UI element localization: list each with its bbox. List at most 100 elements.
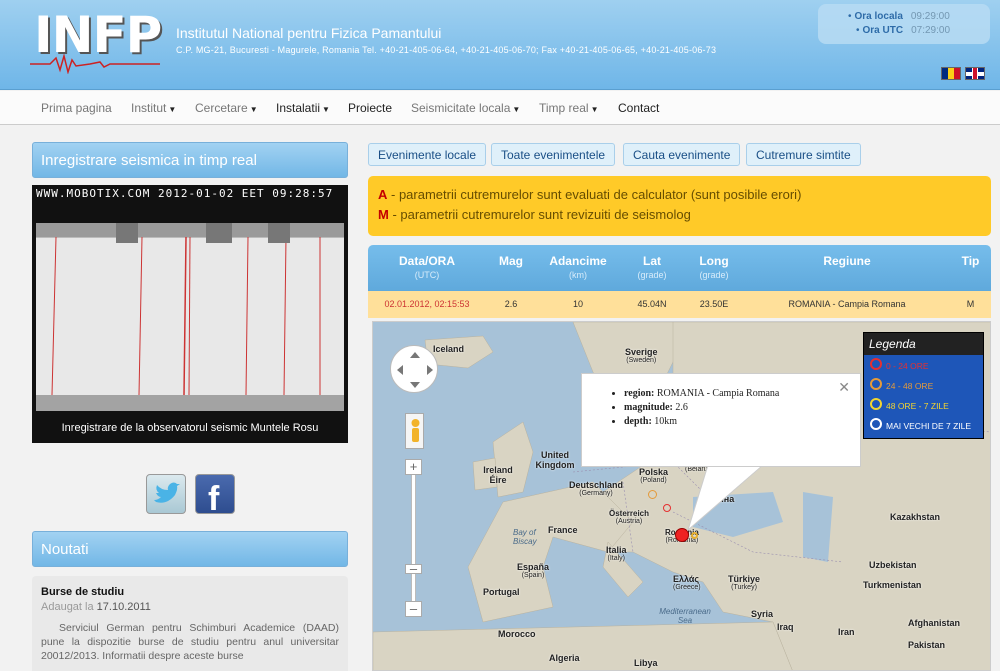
tab-evenimente-locale[interactable]: Evenimente locale: [368, 143, 487, 166]
table-row[interactable]: 02.01.2012, 02:15:53 2.6 10 45.04N 23.50…: [368, 291, 991, 318]
map-label-sub: (Poland): [640, 477, 667, 484]
local-time-label: Ora locala: [854, 11, 903, 22]
nav-cercetare[interactable]: Cercetare ▼: [195, 101, 258, 115]
cell-mag: 2.6: [504, 299, 518, 309]
chevron-down-icon: ▼: [512, 105, 521, 114]
orange-ring-icon: [870, 378, 882, 390]
local-time-value: 09:29:00: [910, 11, 950, 22]
nav-label: Seismicitate locala: [411, 101, 511, 115]
nav-timp-real[interactable]: Timp real ▼: [539, 101, 599, 115]
nav-label: Timp real: [539, 101, 589, 115]
infp-logo[interactable]: INFP: [30, 6, 162, 74]
red-ring-icon: [870, 358, 882, 370]
utc-time-label: Ora UTC: [862, 25, 904, 36]
col-date[interactable]: Data/ORA (UTC): [368, 254, 486, 280]
nav-proiecte[interactable]: Proiecte: [348, 101, 392, 115]
zoom-out-button[interactable]: –: [405, 601, 422, 617]
map-label-turkiye: Türkiye (Turkey): [728, 574, 760, 591]
col-region[interactable]: Regiune: [744, 254, 950, 268]
map-label-text: Türkiye: [728, 574, 761, 584]
map-label-portugal: Portugal: [483, 587, 520, 597]
tab-cauta-evenimente[interactable]: Cauta evenimente: [623, 143, 741, 166]
col-depth-label: Adancime: [549, 254, 607, 268]
cam-caption: Inregistrare de la observatorul seismic …: [61, 422, 319, 434]
popup-magnitude: magnitude: 2.6: [624, 402, 840, 413]
utc-time-value: 07:29:00: [911, 25, 951, 36]
seismic-webcam[interactable]: WWW.MOBOTIX.COM 2012-01-02 EET 09:28:57 …: [32, 185, 348, 443]
col-depth[interactable]: Adancime (km): [536, 254, 620, 280]
event-marker[interactable]: [663, 504, 671, 512]
close-icon[interactable]: ✕: [838, 380, 850, 397]
white-ring-icon: [870, 418, 882, 430]
local-time-row: • Ora locala 09:29:00: [848, 11, 950, 22]
nav-contact[interactable]: Contact: [618, 101, 659, 115]
col-type[interactable]: Tip: [950, 254, 991, 268]
popup-depth-label: depth:: [624, 416, 652, 427]
tab-cutremure-simtite[interactable]: Cutremure simtite: [746, 143, 861, 166]
twitter-icon[interactable]: [146, 474, 186, 514]
zoom-in-button[interactable]: +: [405, 459, 422, 475]
nav-instalatii[interactable]: Instalatii ▼: [276, 101, 330, 115]
seismograph-image: [36, 223, 344, 411]
yellow-ring-icon: [870, 398, 882, 410]
nav-label: Instalatii: [276, 101, 321, 115]
map-label-syria: Syria: [751, 609, 774, 619]
zoom-slider-track[interactable]: [411, 469, 416, 614]
news-added-label: Adaugat la: [41, 601, 94, 613]
chevron-down-icon: ▼: [249, 105, 258, 114]
nav-label: Institut: [131, 101, 167, 115]
bullet-icon: •: [848, 11, 852, 22]
street-view-pegman-icon[interactable]: [405, 413, 424, 449]
map-label-ellas: Ελλάς (Greece): [673, 574, 701, 591]
popup-region-label: region:: [624, 388, 655, 399]
zoom-slider-handle[interactable]: –: [405, 562, 422, 575]
legend-label: 0 - 24 ORE: [886, 361, 929, 371]
map-label-sub: (Italy): [607, 555, 626, 562]
parameters-notice: A - parametrii cutremurelor sunt evaluat…: [368, 176, 991, 236]
english-flag-icon[interactable]: [965, 67, 985, 80]
seismogram-wave-icon: [30, 54, 160, 74]
nav-institut[interactable]: Institut ▼: [131, 101, 176, 115]
legend-item-24-48h: 24 - 48 ORE: [864, 375, 983, 395]
chevron-down-icon: ▼: [322, 105, 330, 114]
popup-magnitude-value: 2.6: [675, 402, 688, 413]
map-label-libya: Libya: [634, 658, 658, 668]
romanian-flag-icon[interactable]: [941, 67, 961, 80]
event-marker[interactable]: [648, 490, 657, 499]
site-address: C.P. MG-21, Bucuresti - Magurele, Romani…: [176, 45, 717, 55]
col-date-unit: (UTC): [414, 270, 440, 280]
facebook-icon[interactable]: f: [195, 474, 235, 518]
map-label-text: Deutschland: [569, 480, 624, 490]
map-label-sub: (Austria): [615, 518, 643, 525]
notice-a-text: - parametrii cutremurelor sunt evaluati …: [387, 187, 802, 202]
map-label-text: Sverige: [625, 347, 658, 357]
map-label-text: Polska: [639, 467, 669, 477]
col-lon[interactable]: Long (grade): [684, 254, 744, 280]
map-label-polska: Polska (Poland): [639, 467, 668, 484]
map-label-ireland: Ireland Éire: [483, 465, 513, 485]
map-label-sverige: Sverige (Sweden): [625, 347, 658, 364]
col-mag[interactable]: Mag: [486, 254, 536, 268]
map-label-bay-of-biscay: Bay of Biscay: [513, 528, 537, 546]
legend-title: Legenda: [864, 333, 983, 355]
popup-magnitude-label: magnitude:: [624, 402, 673, 413]
tab-toate-evenimentele[interactable]: Toate evenimentele: [491, 143, 616, 166]
site-header: INFP Institutul National pentru Fizica P…: [0, 0, 1000, 90]
col-lat[interactable]: Lat (grade): [620, 254, 684, 280]
news-item: Burse de studiu Adaugat la 17.10.2011 Se…: [32, 576, 348, 671]
col-lon-label: Long: [699, 254, 729, 268]
nav-seismicitate-locala[interactable]: Seismicitate locala ▼: [411, 101, 520, 115]
col-lon-unit: (grade): [699, 270, 729, 280]
events-map[interactable]: Iceland Sverige (Sweden) United Kingdom I…: [372, 321, 991, 671]
map-label-uk: United Kingdom: [535, 450, 575, 470]
map-label-turkmenistan: Turkmenistan: [863, 580, 922, 590]
news-item-title[interactable]: Burse de studiu: [41, 586, 339, 598]
main-nav: Prima pagina Institut ▼ Cercetare ▼ Instal…: [0, 91, 1000, 125]
cell-lon: 23.50E: [699, 299, 729, 309]
nav-prima-pagina[interactable]: Prima pagina: [41, 101, 112, 115]
legend-item-older: MAI VECHI DE 7 ZILE: [864, 415, 983, 435]
seismograph-drum-graphic: [36, 223, 344, 411]
notice-line-m: M - parametrii cutremurelor sunt revizui…: [378, 205, 981, 225]
map-pan-control[interactable]: [390, 345, 438, 393]
map-legend: Legenda 0 - 24 ORE 24 - 48 ORE 48 ORE - …: [863, 332, 984, 439]
